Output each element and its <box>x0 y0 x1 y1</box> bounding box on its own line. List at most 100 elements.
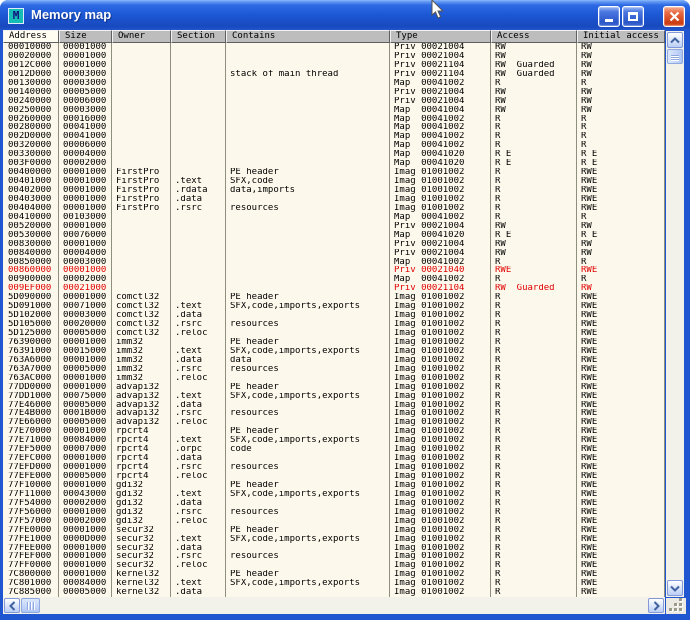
memory-row[interactable]: 77E6600000005000advapi32.relocImag 01001… <box>3 418 665 427</box>
column-header-initial[interactable]: Initial access <box>577 30 665 43</box>
minimize-button[interactable] <box>598 6 620 27</box>
column-header-contains[interactable]: Contains <box>226 30 390 43</box>
column-header-access[interactable]: Access <box>491 30 577 43</box>
memory-row[interactable]: 0052000000001000Priv 00021004RWRW <box>3 222 665 231</box>
memory-row[interactable]: 0040400000001000FirstPro.rsrcresourcesIm… <box>3 204 665 213</box>
memory-row[interactable]: 0040100000001000FirstPro.textSFX,codeIma… <box>3 177 665 186</box>
memory-row[interactable]: 0002000000001000Priv 00021004RWRW <box>3 52 665 61</box>
memory-row[interactable]: 77FEF00000001000secur32.rsrcresourcesIma… <box>3 552 665 561</box>
cell-owner: secur32 <box>112 544 171 553</box>
close-button[interactable] <box>663 6 685 27</box>
memory-row[interactable]: 5D10200000003000comctl32.dataImag 010010… <box>3 311 665 320</box>
cell-address: 77FEE000 <box>3 544 59 553</box>
memory-row[interactable]: 763A600000001000imm32.datadataImag 01001… <box>3 356 665 365</box>
vertical-scroll-thumb[interactable] <box>667 49 683 64</box>
cell-size: 00001000 <box>59 61 112 70</box>
memory-row[interactable]: 0040200000001000FirstPro.rdatadata,impor… <box>3 186 665 195</box>
memory-row[interactable]: 0026000000016000Map 00041002RR <box>3 115 665 124</box>
memory-row[interactable]: 5D12500000005000comctl32.relocImag 01001… <box>3 329 665 338</box>
memory-row[interactable]: 0053000000076000Map 00041020R ER E <box>3 231 665 240</box>
cell-contains: PE header <box>226 293 390 302</box>
memory-row[interactable]: 0085000000003000Map 00041002RR <box>3 258 665 267</box>
cell-size: 00015000 <box>59 347 112 356</box>
memory-row[interactable]: 77EFE00000005000rpcrt4.relocImag 0100100… <box>3 472 665 481</box>
memory-row[interactable]: 5D09000000001000comctl32PE headerImag 01… <box>3 293 665 302</box>
memory-row[interactable]: 77DD100000075000advapi32.textSFX,code,im… <box>3 392 665 401</box>
memory-row[interactable]: 0090000000002000Map 00041002RR <box>3 275 665 284</box>
memory-row[interactable]: 0001000000001000Priv 00021004RWRW <box>3 43 665 52</box>
memory-row[interactable]: 0014000000005000Priv 00021004RWRW <box>3 88 665 97</box>
memory-row[interactable]: 0028000000041000Map 00041002RR <box>3 123 665 132</box>
cell-contains <box>226 588 390 597</box>
column-header-type[interactable]: Type <box>390 30 491 43</box>
window-title: Memory map <box>31 7 111 22</box>
scroll-left-button[interactable] <box>4 598 20 613</box>
scroll-up-button[interactable] <box>667 32 683 48</box>
vertical-scrollbar[interactable] <box>666 31 684 597</box>
memory-row[interactable]: 77FEE00000001000secur32.dataImag 0100100… <box>3 544 665 553</box>
memory-row[interactable]: 0012C00000001000Priv 00021104RW GuardedR… <box>3 61 665 70</box>
memory-row[interactable]: 77E4600000005000advapi32.dataImag 010010… <box>3 401 665 410</box>
scroll-down-button[interactable] <box>667 580 683 596</box>
memory-row[interactable]: 0033000000004000Map 00041020R ER E <box>3 150 665 159</box>
cell-type: Imag 01001002 <box>390 427 491 436</box>
memory-row[interactable]: 77E4B0000001B000advapi32.rsrcresourcesIm… <box>3 409 665 418</box>
memory-row[interactable]: 77DD000000001000advapi32PE headerImag 01… <box>3 383 665 392</box>
memory-row[interactable]: 0040000000001000FirstProPE headerImag 01… <box>3 168 665 177</box>
horizontal-scrollbar[interactable] <box>3 597 665 614</box>
memory-row[interactable]: 763AC00000001000imm32.relocImag 01001002… <box>3 374 665 383</box>
maximize-button[interactable] <box>622 6 644 27</box>
titlebar[interactable]: M Memory map <box>0 0 690 30</box>
cell-access: R <box>491 275 577 284</box>
memory-row[interactable]: 77EFC00000001000rpcrt4.dataImag 01001002… <box>3 454 665 463</box>
memory-row[interactable]: 7C80100000084000kernel32.textSFX,code,im… <box>3 579 665 588</box>
cell-contains: resources <box>226 463 390 472</box>
memory-row[interactable]: 7C88500000005000kernel32.dataImag 010010… <box>3 588 665 597</box>
scroll-right-button[interactable] <box>648 598 664 613</box>
memory-row[interactable]: 002D000000041000Map 00041002RR <box>3 132 665 141</box>
memory-row[interactable]: 0025000000003000Map 00041004RWRW <box>3 106 665 115</box>
cell-section <box>171 123 226 132</box>
memory-row[interactable]: 0086000000001000Priv 00021040RWERWE <box>3 266 665 275</box>
cell-address: 00320000 <box>3 141 59 150</box>
memory-row[interactable]: 77F5400000002000gdi32.dataImag 01001002R… <box>3 499 665 508</box>
memory-row[interactable]: 77FF000000001000secur32.relocImag 010010… <box>3 561 665 570</box>
column-header-section[interactable]: Section <box>171 30 226 43</box>
memory-row[interactable]: 0024000000006000Priv 00021004RWRW <box>3 97 665 106</box>
memory-row[interactable]: 7639000000001000imm32PE headerImag 01001… <box>3 338 665 347</box>
memory-row[interactable]: 0013000000003000Map 00041002RR <box>3 79 665 88</box>
memory-row[interactable]: 7C80000000001000kernel32PE headerImag 01… <box>3 570 665 579</box>
memory-row[interactable]: 0032000000006000Map 00041002RR <box>3 141 665 150</box>
column-header-owner[interactable]: Owner <box>112 30 171 43</box>
memory-row[interactable]: 77F1000000001000gdi32PE headerImag 01001… <box>3 481 665 490</box>
memory-row[interactable]: 0040300000001000FirstPro.dataImag 010010… <box>3 195 665 204</box>
cell-access: R <box>491 401 577 410</box>
memory-row[interactable]: 77F5600000001000gdi32.rsrcresourcesImag … <box>3 508 665 517</box>
memory-row[interactable]: 77FE10000000D000secur32.textSFX,code,imp… <box>3 535 665 544</box>
memory-row[interactable]: 77EFD00000001000rpcrt4.rsrcresourcesImag… <box>3 463 665 472</box>
memory-row[interactable]: 77F1100000043000gdi32.textSFX,code,impor… <box>3 490 665 499</box>
memory-row[interactable]: 77E7000000001000rpcrt4PE headerImag 0100… <box>3 427 665 436</box>
column-header-address[interactable]: Address <box>3 30 59 43</box>
memory-row[interactable]: 003F000000002000Map 00041020R ER E <box>3 159 665 168</box>
memory-row[interactable]: 7639100000015000imm32.textSFX,code,impor… <box>3 347 665 356</box>
memory-row[interactable]: 0041000000103000Map 00041002RR <box>3 213 665 222</box>
memory-row[interactable]: 77FE000000001000secur32PE headerImag 010… <box>3 526 665 535</box>
horizontal-scroll-thumb[interactable] <box>21 598 40 613</box>
memory-row[interactable]: 77EF500000007000rpcrt4.orpccodeImag 0100… <box>3 445 665 454</box>
memory-row[interactable]: 77E7100000084000rpcrt4.textSFX,code,impo… <box>3 436 665 445</box>
memory-row[interactable]: 5D10500000020000comctl32.rsrcresourcesIm… <box>3 320 665 329</box>
memory-row[interactable]: 0012D00000003000stack of main threadPriv… <box>3 70 665 79</box>
window-icon[interactable]: M <box>8 8 24 24</box>
cell-access: R <box>491 588 577 597</box>
cell-section: .text <box>171 579 226 588</box>
column-header-size[interactable]: Size <box>59 30 112 43</box>
memory-row[interactable]: 5D09100000071000comctl32.textSFX,code,im… <box>3 302 665 311</box>
memory-row[interactable]: 763A700000005000imm32.rsrcresourcesImag … <box>3 365 665 374</box>
memory-row[interactable]: 0083000000001000Priv 00021004RWRW <box>3 240 665 249</box>
memory-row[interactable]: 77F5700000002000gdi32.relocImag 01001002… <box>3 517 665 526</box>
memory-row[interactable]: 0084000000004000Priv 00021004RWRW <box>3 249 665 258</box>
memory-row[interactable]: 009EF00000021000Priv 00021104RW GuardedR… <box>3 284 665 293</box>
resize-grip[interactable] <box>666 598 686 614</box>
cell-contains <box>226 418 390 427</box>
